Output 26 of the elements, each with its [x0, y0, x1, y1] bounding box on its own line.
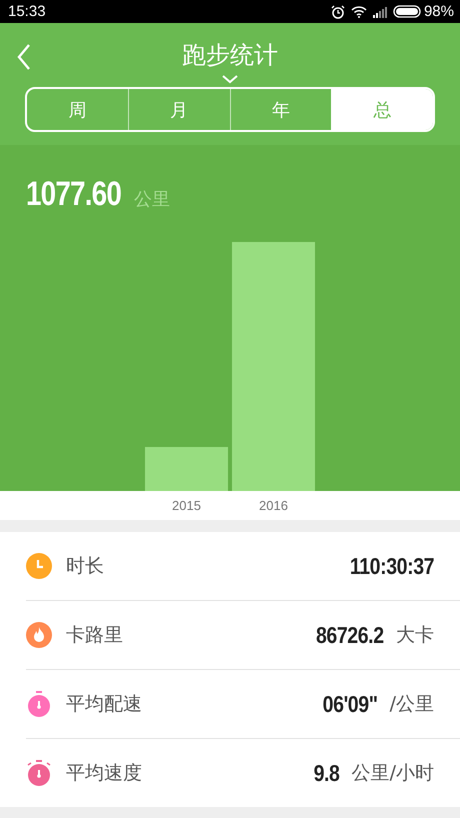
chevron-down-icon[interactable]	[222, 75, 238, 84]
period-tab[interactable]: 总	[331, 89, 433, 130]
wifi-icon	[350, 6, 367, 18]
year-label: 2015	[171, 498, 202, 513]
stat-label: 平均速度	[66, 761, 143, 786]
page-title: 跑步统计	[182, 40, 278, 71]
period-tab[interactable]: 周	[27, 89, 128, 130]
stat-value: 9.8	[314, 760, 340, 786]
stat-value: 06'09"	[322, 690, 378, 718]
battery-icon	[392, 5, 421, 18]
period-tab[interactable]: 月	[128, 89, 230, 130]
stat-unit: 大卡	[396, 623, 434, 648]
year-label: 2016	[258, 498, 289, 513]
stat-label: 时长	[66, 554, 105, 579]
stat-unit: 公里/小时	[352, 761, 434, 786]
stat-label: 卡路里	[66, 623, 124, 648]
clock-time: 15:33	[8, 3, 46, 20]
distance-unit: 公里	[134, 188, 170, 211]
stat-unit: /公里	[390, 692, 434, 717]
stat-value: 110:30:37	[350, 552, 434, 580]
alarm-icon	[330, 4, 345, 18]
stat-label: 平均配速	[66, 692, 143, 717]
total-distance: 1077.60	[26, 175, 122, 214]
battery-percent: 98%	[424, 3, 454, 20]
stat-value: 86726.2	[316, 622, 384, 648]
signal-icon	[372, 6, 387, 18]
